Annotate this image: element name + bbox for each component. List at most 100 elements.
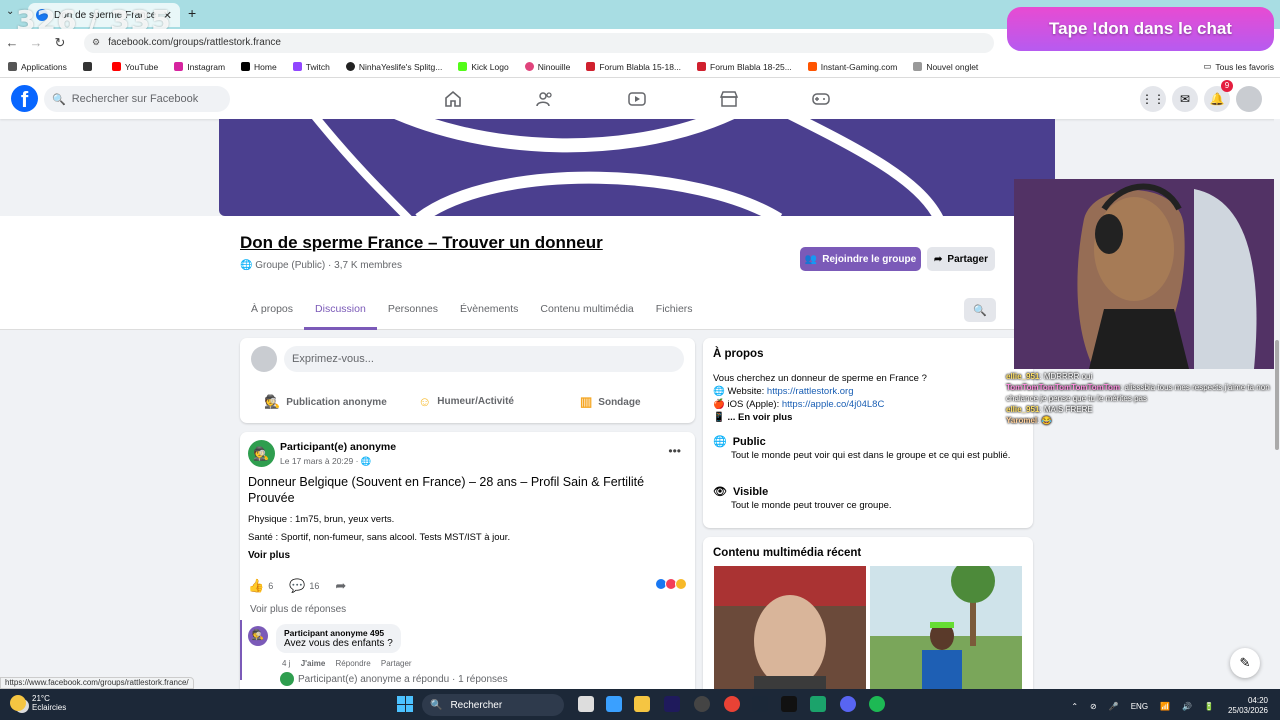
group-search-button[interactable]: 🔍 [964, 298, 996, 322]
discord-icon[interactable] [840, 696, 856, 712]
url-text: facebook.com/groups/rattlestork.france [108, 37, 281, 48]
media-heading: Contenu multimédia récent [713, 547, 862, 559]
mood-activity-button[interactable]: ☺ Humeur/Activité [418, 394, 514, 409]
tab-files[interactable]: Fichiers [645, 298, 704, 330]
tab-media[interactable]: Contenu multimédia [529, 298, 644, 330]
globe-icon: 🌐 [713, 436, 727, 448]
app-icon[interactable] [810, 696, 826, 712]
premiere-icon[interactable] [664, 696, 680, 712]
back-icon[interactable]: ← [0, 35, 24, 50]
tray-overflow-icon[interactable]: ⌃ [1071, 702, 1078, 711]
share-icon[interactable]: ➦ [335, 578, 346, 594]
video-icon[interactable] [627, 89, 647, 109]
bookmark-ninouille[interactable]: Ninouille [524, 62, 570, 72]
bookmark-kick[interactable]: Kick Logo [458, 62, 509, 72]
tab-list-icon[interactable]: ⌄ [6, 6, 14, 17]
bookmark-splitg[interactable]: NinhaYeslife's Splitg... [345, 62, 442, 72]
chrome-icon[interactable] [724, 696, 740, 712]
comment-thread-line [240, 620, 242, 680]
bookmark-forum-18-25[interactable]: Forum Blabla 18-25... [697, 62, 792, 72]
group-title[interactable]: Don de sperme France – Trouver un donneu… [240, 233, 603, 253]
share-button[interactable]: ➦ Partager [927, 247, 995, 271]
about-ios: 🍎 iOS (Apple): https://apple.co/4j04L8C [713, 399, 885, 410]
media-thumbnail-1[interactable] [714, 566, 866, 696]
replied-link[interactable]: Participant(e) anonyme a répondu · 1 rép… [280, 672, 508, 686]
comment-author[interactable]: Participant anonyme 495 [284, 628, 393, 638]
facebook-search-input[interactable]: 🔍 Rechercher sur Facebook [44, 86, 230, 112]
more-replies-link[interactable]: Voir plus de réponses [250, 604, 346, 615]
tab-discussion[interactable]: Discussion [304, 298, 377, 330]
network-off-icon[interactable]: ⊘ [1090, 702, 1097, 711]
anonymous-avatar-icon [280, 672, 294, 686]
tab-events[interactable]: Évènements [449, 298, 529, 330]
volume-icon[interactable]: 🔊 [1182, 702, 1192, 711]
ninouille-icon [524, 62, 534, 71]
reaction-icons[interactable] [655, 578, 687, 590]
composer-input[interactable]: Exprimez-vous... [284, 346, 684, 372]
facebook-logo-icon[interactable]: f [11, 85, 38, 112]
like-icon[interactable]: 👍 [248, 578, 264, 594]
menu-grid-icon[interactable]: ⋮⋮ [1140, 86, 1166, 112]
windows-start-icon[interactable] [397, 696, 413, 712]
tiktok-icon[interactable] [781, 696, 797, 712]
spotify-icon[interactable] [869, 696, 885, 712]
copilot-icon[interactable] [606, 696, 622, 712]
see-more-link[interactable]: Voir plus [248, 550, 290, 561]
marketplace-icon[interactable] [719, 89, 739, 109]
task-view-icon[interactable] [578, 696, 594, 712]
about-card: À propos Vous cherchez un donneur de spe… [703, 338, 1033, 528]
all-bookmarks[interactable]: ▭ Tous les favoris [1203, 61, 1274, 72]
ios-link[interactable]: https://apple.co/4j04L8C [782, 399, 884, 410]
about-see-more[interactable]: 📱 ... En voir plus [713, 412, 792, 423]
profile-avatar[interactable] [1236, 86, 1262, 112]
microphone-icon[interactable]: 🎤 [1109, 702, 1119, 711]
poll-button[interactable]: ▥ Sondage [580, 394, 641, 410]
site-info-icon[interactable]: ⚙ [92, 37, 100, 48]
file-explorer-icon[interactable] [634, 696, 650, 712]
steam-icon[interactable] [752, 696, 768, 712]
gaming-icon[interactable] [811, 89, 831, 109]
post-author[interactable]: Participant(e) anonyme [280, 441, 396, 453]
comment-like-link[interactable]: J'aime [301, 659, 326, 668]
post-date[interactable]: Le 17 mars à 20:29 · 🌐 [280, 456, 371, 467]
new-message-edit-icon[interactable]: ✎ [1230, 648, 1260, 678]
wifi-icon[interactable]: 📶 [1160, 702, 1170, 711]
post-stats: 👍 6 💬 16 ➦ [248, 578, 347, 594]
page-icon [913, 62, 923, 71]
bookmark-twitch[interactable]: Twitch [292, 62, 330, 72]
reload-icon[interactable]: ↻ [48, 35, 72, 51]
scrollbar-thumb[interactable] [1275, 340, 1279, 450]
forward-icon[interactable]: → [24, 35, 48, 50]
bookmark-new-tab[interactable]: Nouvel onglet [913, 62, 978, 72]
bookmark-instant-gaming[interactable]: Instant-Gaming.com [807, 62, 897, 72]
bookmark-instagram[interactable]: Instagram [174, 62, 225, 72]
join-group-button[interactable]: 👥 Rejoindre le groupe [800, 247, 921, 271]
bookmark-applications[interactable]: Applications [8, 62, 67, 72]
messenger-icon[interactable]: ✉ [1172, 86, 1198, 112]
taskbar-search[interactable]: 🔍 Rechercher [422, 694, 564, 716]
stream-chat: ellie_951: MDRRRR oui TomTomTomTomTomTom… [1006, 371, 1280, 426]
battery-icon[interactable]: 🔋 [1204, 702, 1214, 711]
tab-about[interactable]: À propos [240, 298, 304, 330]
bookmark-youtube[interactable]: YouTube [111, 62, 158, 72]
home-icon[interactable] [443, 89, 463, 109]
language-indicator[interactable]: ENG [1131, 702, 1148, 711]
more-options-icon[interactable]: ••• [668, 444, 681, 458]
new-tab-icon[interactable]: + [188, 5, 196, 21]
bookmark-home[interactable]: Home [241, 62, 277, 72]
chat-message: ellie_951: MDRRRR oui [1006, 372, 1093, 381]
anonymous-post-button[interactable]: 🕵 Publication anonyme [264, 394, 387, 410]
weather-widget[interactable]: 21°C Eclaircies [10, 694, 66, 712]
url-field[interactable]: ⚙ facebook.com/groups/rattlestork.france [84, 32, 994, 53]
comment-icon[interactable]: 💬 [289, 578, 305, 594]
website-link[interactable]: https://rattlestork.org [767, 386, 854, 397]
bookmark-forum-15-18[interactable]: Forum Blabla 15-18... [586, 62, 681, 72]
friends-icon[interactable] [535, 89, 555, 109]
taskbar-clock[interactable]: 04:20 25/03/2026 [1228, 696, 1268, 716]
comment-share-link[interactable]: Partager [381, 659, 412, 668]
obs-icon[interactable] [694, 696, 710, 712]
tab-people[interactable]: Personnes [377, 298, 449, 330]
comment-reply-link[interactable]: Répondre [336, 659, 371, 668]
media-thumbnail-2[interactable] [870, 566, 1022, 696]
bookmark-grid[interactable] [82, 62, 96, 71]
